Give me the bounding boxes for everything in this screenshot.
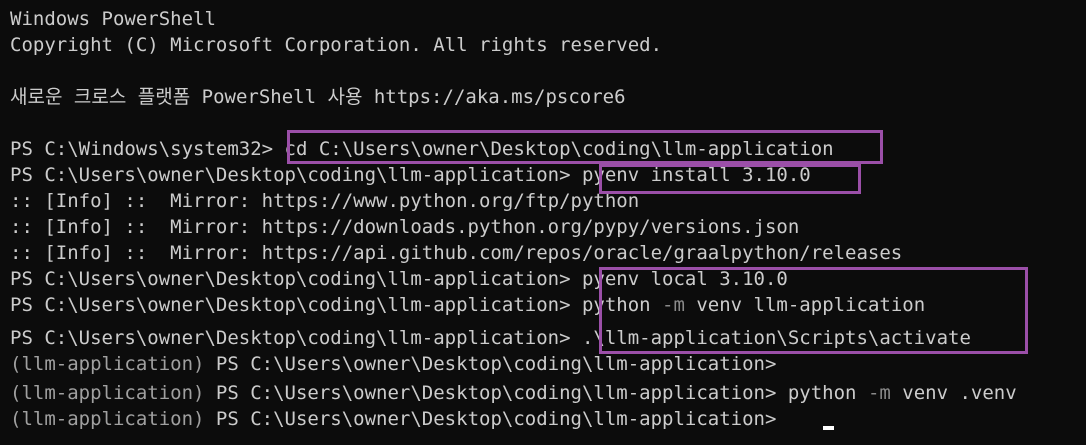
prompt: PS C:\Users\owner\Desktop\coding\llm-app… xyxy=(204,382,777,404)
command-python: python xyxy=(776,382,857,404)
venv-indicator: (llm-application) xyxy=(10,353,205,375)
terminal-line-env-prompt-1: (llm-application) PS C:\Users\owner\Desk… xyxy=(10,351,776,377)
terminal-line-env-venv: (llm-application) PS C:\Users\owner\Desk… xyxy=(10,380,1017,406)
prompt: PS C:\Users\owner\Desktop\coding\llm-app… xyxy=(204,353,777,375)
terminal-line-info-1: :: [Info] :: Mirror: https://www.python.… xyxy=(10,190,640,212)
prompt: PS C:\Users\owner\Desktop\coding\llm-app… xyxy=(10,327,571,349)
prompt: PS C:\Users\owner\Desktop\coding\llm-app… xyxy=(10,294,571,316)
terminal-line-info-3: :: [Info] :: Mirror: https://api.github.… xyxy=(10,242,903,264)
prompt: PS C:\Users\owner\Desktop\coding\llm-app… xyxy=(10,164,571,186)
text-cursor xyxy=(823,426,834,430)
terminal-line-pscore-notice: 새로운 크로스 플랫폼 PowerShell 사용 https://aka.ms… xyxy=(10,86,626,108)
terminal-line-info-2: :: [Info] :: Mirror: https://downloads.p… xyxy=(10,216,800,238)
powershell-terminal[interactable]: Windows PowerShell Copyright (C) Microso… xyxy=(0,0,1086,445)
terminal-line-copyright: Copyright (C) Microsoft Corporation. All… xyxy=(10,34,663,56)
command-venv: venv .venv xyxy=(890,382,1017,404)
venv-indicator: (llm-application) xyxy=(10,408,205,430)
terminal-line-title: Windows PowerShell xyxy=(10,8,216,30)
venv-indicator: (llm-application) xyxy=(10,382,205,404)
prompt: PS C:\Windows\system32> xyxy=(10,138,274,160)
prompt: PS C:\Users\owner\Desktop\coding\llm-app… xyxy=(10,268,571,290)
highlight-box-venv-commands xyxy=(599,267,1028,354)
highlight-box-cd xyxy=(287,130,883,164)
command-flag: -m xyxy=(856,382,891,404)
prompt: PS C:\Users\owner\Desktop\coding\llm-app… xyxy=(204,408,777,430)
terminal-line-env-prompt-2: (llm-application) PS C:\Users\owner\Desk… xyxy=(10,406,776,432)
highlight-box-pyenv-install xyxy=(599,164,861,194)
